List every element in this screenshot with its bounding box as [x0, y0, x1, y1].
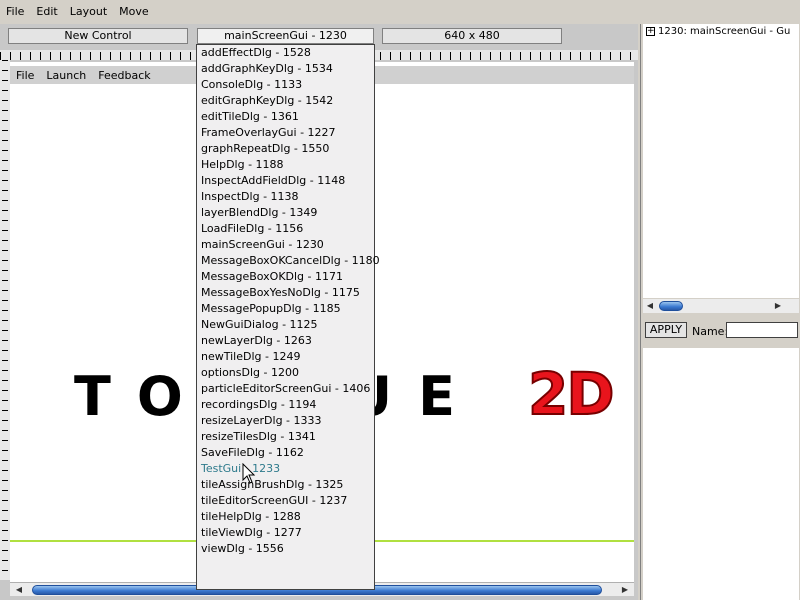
arrow-left-icon[interactable]: ◀	[12, 583, 26, 597]
gui-list-item[interactable]: graphRepeatDlg - 1550	[201, 141, 329, 157]
gui-list-item[interactable]: particleEditorScreenGui - 1406	[201, 381, 370, 397]
apply-button[interactable]: APPLY	[645, 322, 687, 338]
gui-list-item[interactable]: FrameOverlayGui - 1227	[201, 125, 336, 141]
gui-list-item[interactable]: MessageBoxOKDlg - 1171	[201, 269, 343, 285]
gui-list-item[interactable]: InspectAddFieldDlg - 1148	[201, 173, 345, 189]
resolution-dropdown[interactable]: 640 x 480	[382, 28, 562, 44]
name-label: Name:	[692, 325, 729, 338]
menu-layout[interactable]: Layout	[64, 0, 113, 24]
gui-list-item[interactable]: LoadFileDlg - 1156	[201, 221, 303, 237]
canvas-menu-launch[interactable]: Launch	[40, 69, 92, 82]
gui-list-item[interactable]: editTileDlg - 1361	[201, 109, 299, 125]
gui-list-item[interactable]: tileHelpDlg - 1288	[201, 509, 301, 525]
gui-list-item[interactable]: addGraphKeyDlg - 1534	[201, 61, 333, 77]
gui-list-item[interactable]: TestGui - 1233	[201, 461, 280, 477]
menu-edit[interactable]: Edit	[30, 0, 63, 24]
tree-scrollbar[interactable]: ◀ ▶	[643, 299, 799, 313]
gui-list-item[interactable]: newTileDlg - 1249	[201, 349, 300, 365]
gui-select-list[interactable]: addEffectDlg - 1528 addGraphKeyDlg - 1534…	[196, 44, 380, 590]
menu-move[interactable]: Move	[113, 0, 155, 24]
new-control-button[interactable]: New Control	[8, 28, 188, 44]
gui-tree-view[interactable]: + 1230: mainScreenGui - Gu	[643, 24, 799, 298]
canvas-menu-feedback[interactable]: Feedback	[92, 69, 156, 82]
torque-logo-2d: 2D	[527, 360, 615, 428]
gui-list-item[interactable]: tileEditorScreenGUI - 1237	[201, 493, 347, 509]
tree-item-main-screen-gui[interactable]: + 1230: mainScreenGui - Gu	[646, 26, 790, 37]
gui-list-item[interactable]: SaveFileDlg - 1162	[201, 445, 304, 461]
arrow-right-icon[interactable]: ▶	[618, 583, 632, 597]
tree-scrollbar-thumb[interactable]	[659, 301, 683, 311]
gui-list-item[interactable]: resizeLayerDlg - 1333	[201, 413, 322, 429]
vertical-ruler	[0, 60, 10, 580]
gui-list-item[interactable]: viewDlg - 1556	[201, 541, 284, 557]
gui-list-item[interactable]: newLayerDlg - 1263	[201, 333, 312, 349]
plus-box-icon[interactable]: +	[646, 27, 655, 36]
gui-list-item[interactable]: editGraphKeyDlg - 1542	[201, 93, 333, 109]
gui-list-item[interactable]: recordingsDlg - 1194	[201, 397, 316, 413]
gui-list-item[interactable]: MessageBoxYesNoDlg - 1175	[201, 285, 360, 301]
gui-list-item[interactable]: addEffectDlg - 1528	[201, 45, 311, 61]
gui-list-item[interactable]: MessagePopupDlg - 1185	[201, 301, 341, 317]
inspector-fields[interactable]	[643, 348, 799, 600]
arrow-left-icon[interactable]: ◀	[643, 299, 657, 313]
gui-list-item[interactable]: ConsoleDlg - 1133	[201, 77, 302, 93]
gui-list-item[interactable]: resizeTilesDlg - 1341	[201, 429, 316, 445]
tree-item-label: 1230: mainScreenGui - Gu	[658, 26, 791, 37]
gui-list-item[interactable]: NewGuiDialog - 1125	[201, 317, 318, 333]
gui-list-item[interactable]: HelpDlg - 1188	[201, 157, 284, 173]
menu-file[interactable]: File	[0, 0, 30, 24]
gui-list-item[interactable]: tileAssignBrushDlg - 1325	[201, 477, 343, 493]
canvas-menu-file[interactable]: File	[10, 69, 40, 82]
gui-list-item[interactable]: InspectDlg - 1138	[201, 189, 299, 205]
gui-list-item[interactable]: layerBlendDlg - 1349	[201, 205, 317, 221]
gui-list-item[interactable]: optionsDlg - 1200	[201, 365, 299, 381]
arrow-right-icon[interactable]: ▶	[771, 299, 785, 313]
app-menubar: File Edit Layout Move	[0, 0, 800, 24]
gui-list-item[interactable]: tileViewDlg - 1277	[201, 525, 302, 541]
gui-list-item[interactable]: mainScreenGui - 1230	[201, 237, 324, 253]
gui-list-item[interactable]: MessageBoxOKCancelDlg - 1180	[201, 253, 380, 269]
gui-select-dropdown[interactable]: mainScreenGui - 1230	[197, 28, 374, 44]
inspector-panel: + 1230: mainScreenGui - Gu ◀ ▶ APPLY Nam…	[640, 24, 800, 600]
apply-row: APPLY Name:	[643, 320, 799, 344]
name-input[interactable]	[726, 322, 798, 338]
mouse-pointer-icon	[242, 463, 256, 484]
